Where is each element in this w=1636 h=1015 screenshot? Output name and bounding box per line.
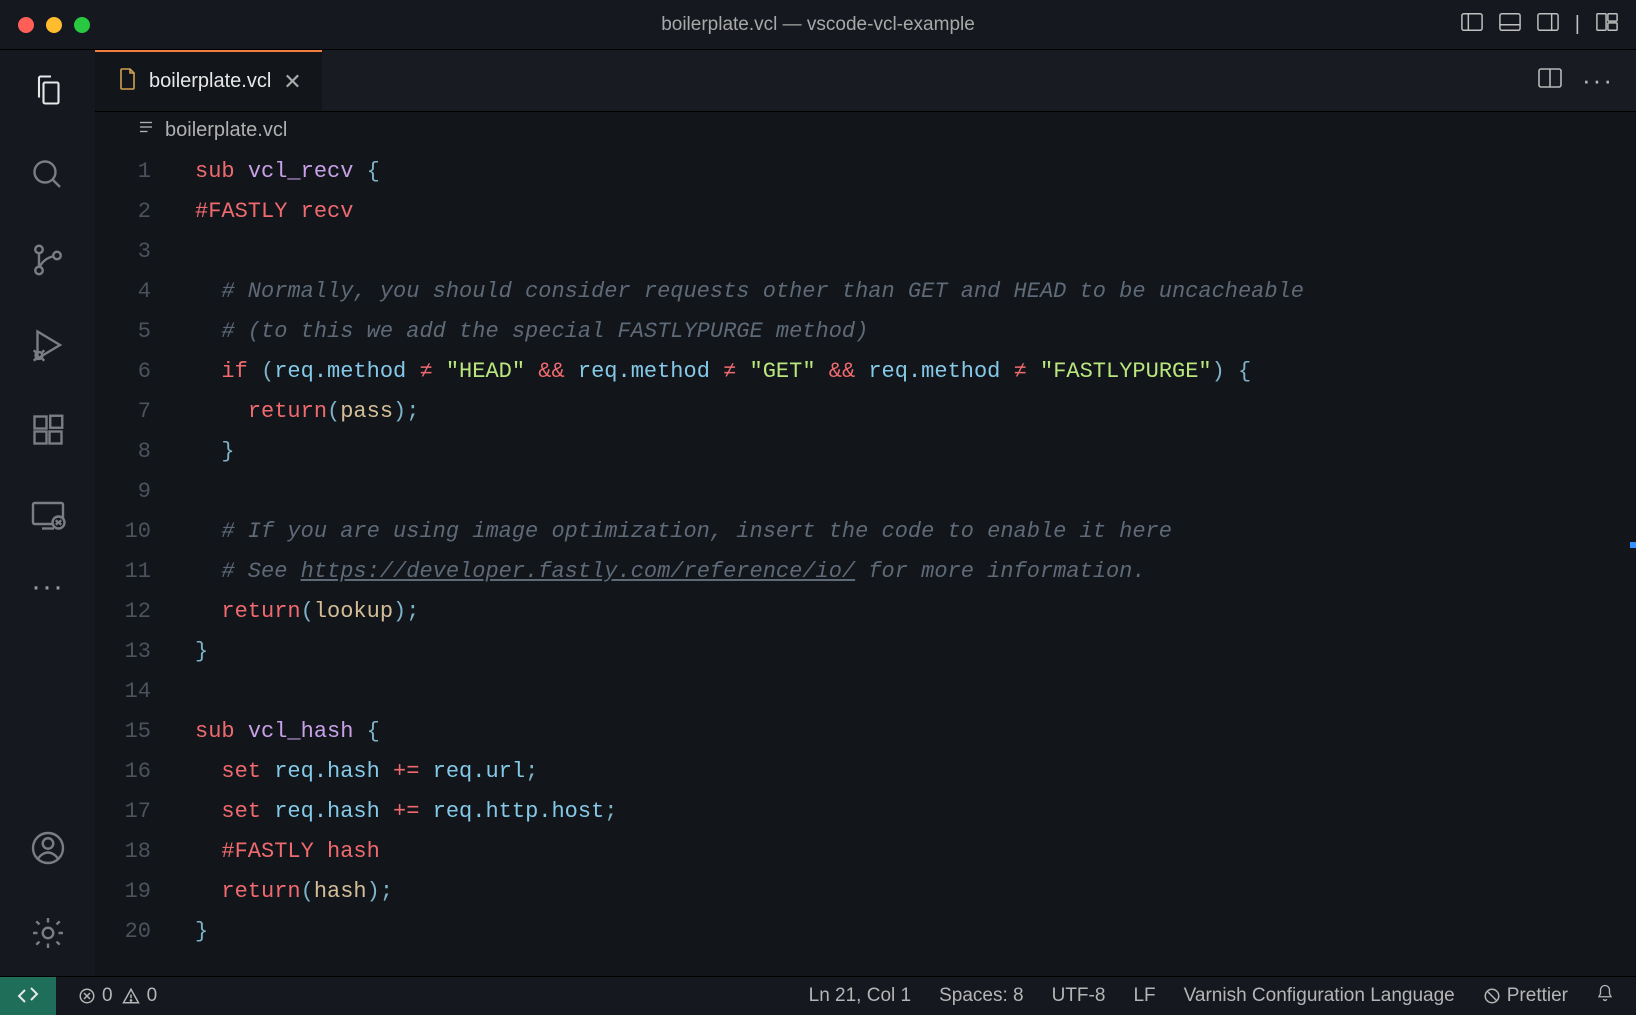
line-number: 14 xyxy=(95,672,151,712)
status-indentation[interactable]: Spaces: 8 xyxy=(939,985,1024,1007)
line-number: 1 xyxy=(95,152,151,192)
line-number: 12 xyxy=(95,592,151,632)
more-actions-icon[interactable]: ··· xyxy=(1582,65,1614,96)
titlebar: boilerplate.vcl — vscode-vcl-example | xyxy=(0,0,1636,50)
panel-left-icon[interactable] xyxy=(1461,12,1483,37)
code-line[interactable]: set req.hash += req.url; xyxy=(195,752,1636,792)
status-eol[interactable]: LF xyxy=(1133,985,1155,1007)
code-line[interactable]: # Normally, you should consider requests… xyxy=(195,272,1636,312)
code-line[interactable]: #FASTLY recv xyxy=(195,192,1636,232)
minimize-window-button[interactable] xyxy=(46,17,62,33)
breadcrumb-file-icon xyxy=(137,118,155,142)
line-number: 2 xyxy=(95,192,151,232)
notifications-bell-icon[interactable] xyxy=(1596,983,1614,1009)
code-line[interactable]: #FASTLY hash xyxy=(195,832,1636,872)
tab-label: boilerplate.vcl xyxy=(149,70,271,93)
close-window-button[interactable] xyxy=(18,17,34,33)
explorer-icon[interactable] xyxy=(30,72,66,113)
customize-layout-icon[interactable] xyxy=(1596,12,1618,37)
code-line[interactable]: sub vcl_recv { xyxy=(195,152,1636,192)
code-line[interactable]: return(hash); xyxy=(195,872,1636,912)
line-number: 20 xyxy=(95,912,151,952)
source-control-icon[interactable] xyxy=(30,242,66,283)
line-number: 19 xyxy=(95,872,151,912)
code-line[interactable]: } xyxy=(195,432,1636,472)
accounts-icon[interactable] xyxy=(30,830,66,871)
line-number: 16 xyxy=(95,752,151,792)
line-number: 13 xyxy=(95,632,151,672)
vcl-file-icon xyxy=(119,68,137,96)
search-icon[interactable] xyxy=(30,157,66,198)
line-number: 4 xyxy=(95,272,151,312)
editor-area: boilerplate.vcl ✕ ··· boilerplate.vcl 12… xyxy=(95,50,1636,976)
status-warnings[interactable]: 0 xyxy=(121,985,158,1007)
code-line[interactable]: sub vcl_hash { xyxy=(195,712,1636,752)
code-line[interactable]: set req.hash += req.http.host; xyxy=(195,792,1636,832)
code-line[interactable]: # See https://developer.fastly.com/refer… xyxy=(195,552,1636,592)
line-number: 10 xyxy=(95,512,151,552)
code-line[interactable] xyxy=(195,672,1636,712)
panel-bottom-icon[interactable] xyxy=(1499,12,1521,37)
line-gutter: 1234567891011121314151617181920 xyxy=(95,152,195,976)
window-title: boilerplate.vcl — vscode-vcl-example xyxy=(661,14,975,36)
separator: | xyxy=(1575,13,1580,36)
remote-explorer-icon[interactable] xyxy=(30,497,66,538)
line-number: 18 xyxy=(95,832,151,872)
breadcrumb[interactable]: boilerplate.vcl xyxy=(95,112,1636,148)
split-editor-icon[interactable] xyxy=(1538,67,1562,94)
status-prettier[interactable]: Prettier xyxy=(1483,985,1568,1007)
line-number: 5 xyxy=(95,312,151,352)
line-number: 17 xyxy=(95,792,151,832)
line-number: 11 xyxy=(95,552,151,592)
tab-bar: boilerplate.vcl ✕ ··· xyxy=(95,50,1636,112)
status-encoding[interactable]: UTF-8 xyxy=(1052,985,1106,1007)
code-line[interactable]: } xyxy=(195,912,1636,952)
code-content[interactable]: sub vcl_recv {#FASTLY recv # Normally, y… xyxy=(195,152,1636,976)
code-line[interactable]: # If you are using image optimization, i… xyxy=(195,512,1636,552)
code-line[interactable] xyxy=(195,232,1636,272)
status-bar: 0 0 Ln 21, Col 1 Spaces: 8 UTF-8 LF Varn… xyxy=(0,976,1636,1014)
code-line[interactable] xyxy=(195,472,1636,512)
more-views-icon[interactable]: ··· xyxy=(31,582,64,591)
code-line[interactable]: return(lookup); xyxy=(195,592,1636,632)
status-errors-count: 0 xyxy=(102,985,113,1007)
code-line[interactable]: if (req.method ≠ "HEAD" && req.method ≠ … xyxy=(195,352,1636,392)
overview-ruler-marker xyxy=(1630,542,1636,548)
line-number: 6 xyxy=(95,352,151,392)
code-line[interactable]: } xyxy=(195,632,1636,672)
code-line[interactable]: # (to this we add the special FASTLYPURG… xyxy=(195,312,1636,352)
panel-right-icon[interactable] xyxy=(1537,12,1559,37)
run-debug-icon[interactable] xyxy=(30,327,66,368)
line-number: 15 xyxy=(95,712,151,752)
remote-indicator[interactable] xyxy=(0,977,56,1015)
code-editor[interactable]: 1234567891011121314151617181920 sub vcl_… xyxy=(95,148,1636,976)
extensions-icon[interactable] xyxy=(30,412,66,453)
settings-gear-icon[interactable] xyxy=(30,915,66,956)
maximize-window-button[interactable] xyxy=(74,17,90,33)
line-number: 9 xyxy=(95,472,151,512)
breadcrumb-file: boilerplate.vcl xyxy=(165,119,287,142)
traffic-lights xyxy=(18,17,90,33)
line-number: 3 xyxy=(95,232,151,272)
line-number: 8 xyxy=(95,432,151,472)
status-prettier-label: Prettier xyxy=(1507,985,1568,1007)
line-number: 7 xyxy=(95,392,151,432)
status-errors[interactable]: 0 xyxy=(78,985,113,1007)
code-line[interactable]: return(pass); xyxy=(195,392,1636,432)
activity-bar: ··· xyxy=(0,50,95,976)
status-warnings-count: 0 xyxy=(147,985,158,1007)
status-cursor-position[interactable]: Ln 21, Col 1 xyxy=(809,985,911,1007)
tab-active[interactable]: boilerplate.vcl ✕ xyxy=(95,50,322,111)
status-language[interactable]: Varnish Configuration Language xyxy=(1184,985,1455,1007)
close-tab-icon[interactable]: ✕ xyxy=(283,69,301,95)
title-layout-controls: | xyxy=(1461,12,1618,37)
